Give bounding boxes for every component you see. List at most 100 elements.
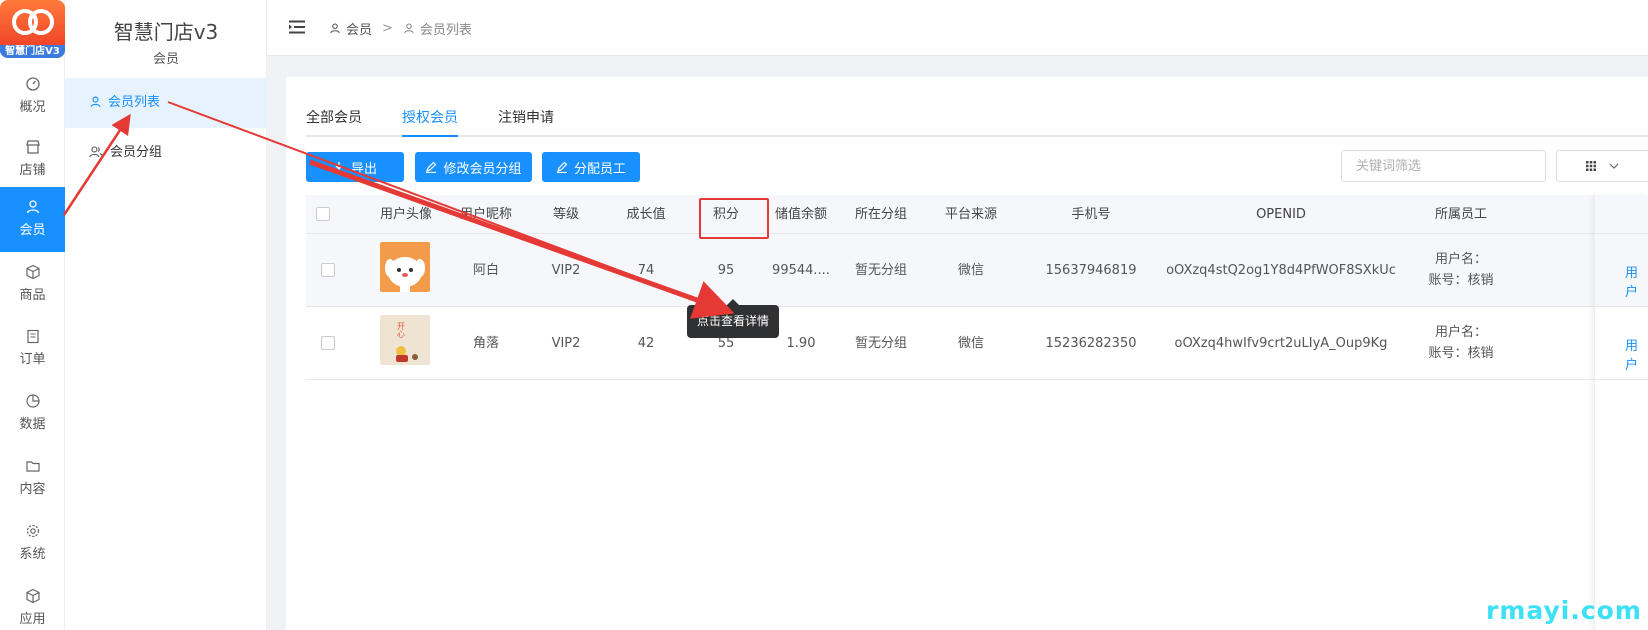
submenu-item-label: 会员列表 [108, 95, 161, 110]
column-header-source: 平台来源 [944, 207, 997, 222]
avatar: 开 心 [380, 315, 430, 365]
row-action-link[interactable]: 用户 [1625, 335, 1648, 373]
cell-openid: oOXzq4stQ2og1Y8d4PfWOF8SXkUc [1166, 263, 1396, 278]
clipboard-icon [26, 329, 39, 344]
cell-phone: 15637946819 [1045, 263, 1137, 278]
column-header-staff: 所属员工 [1434, 207, 1487, 222]
top-header: 会员 > 会员列表 [267, 0, 1648, 56]
row-action-link[interactable]: 用户 [1625, 262, 1648, 300]
store-icon [25, 140, 40, 154]
rail-item-label: 会员 [19, 223, 46, 238]
column-header-balance: 储值余额 [774, 207, 827, 222]
row-checkbox[interactable] [321, 263, 335, 277]
cell-source: 微信 [957, 263, 984, 278]
cell-phone: 15236282350 [1045, 336, 1137, 351]
export-button[interactable]: 导出 [306, 152, 404, 182]
edit-member-group-button[interactable]: 修改会员分组 [415, 152, 532, 182]
column-header-level: 等级 [552, 207, 579, 222]
cell-staff: 用户名： 账号：核销 [1401, 234, 1521, 307]
pie-chart-icon [25, 394, 40, 408]
user-icon [26, 200, 39, 214]
rail-item-apps[interactable]: 应用 [0, 576, 65, 630]
tab-cancellation-requests[interactable]: 注销申请 [498, 107, 554, 137]
breadcrumb-label: 会员 [346, 23, 373, 38]
rail-item-label: 数据 [19, 417, 46, 432]
staff-account: 账号：核销 [1428, 346, 1494, 361]
submenu-title: 智慧门店v3 [113, 20, 219, 44]
rail-item-store[interactable]: 店铺 [0, 127, 65, 192]
menu-fold-icon[interactable] [289, 20, 305, 34]
column-header-growth: 成长值 [626, 207, 666, 222]
secondary-menu: 智慧门店v3 会员 会员列表 会员分组 [65, 0, 267, 630]
staff-account: 账号：核销 [1428, 273, 1494, 288]
column-header-avatar: 用户头像 [379, 207, 432, 222]
rail-item-label: 订单 [19, 352, 46, 367]
chevron-down-icon [1609, 163, 1619, 169]
row-checkbox[interactable] [321, 336, 335, 350]
submenu-item-label: 会员分组 [110, 145, 163, 160]
breadcrumb-label: 会员列表 [419, 23, 472, 38]
avatar [380, 242, 430, 292]
rail-item-label: 内容 [19, 482, 46, 497]
cell-level: VIP2 [551, 336, 581, 351]
rail-item-system[interactable]: 系统 [0, 511, 65, 576]
keyword-filter-input[interactable] [1341, 150, 1546, 182]
cell-group: 暂无分组 [854, 263, 907, 278]
rail-item-product[interactable]: 商品 [0, 252, 65, 317]
member-list-card: 全部会员 授权会员 注销申请 导出 修改会员分组 分配员工 用户头像 用户昵称 … [286, 77, 1648, 630]
edit-icon [556, 161, 568, 173]
rail-item-label: 店铺 [19, 163, 46, 178]
folder-icon [25, 461, 40, 472]
rail-item-overview[interactable]: 概况 [0, 64, 65, 129]
cell-source: 微信 [957, 336, 984, 351]
cell-level: VIP2 [551, 263, 581, 278]
rail-item-label: 应用 [19, 612, 46, 627]
table-row[interactable]: 阿白 VIP2 74 95 99544.... 暂无分组 微信 15637946… [306, 234, 1648, 307]
submenu-item-member-group[interactable]: 会员分组 [65, 128, 267, 178]
app-logo[interactable]: 智慧门店V3 [0, 0, 65, 58]
breadcrumb: 会员 > 会员列表 [329, 19, 472, 38]
submenu-item-member-list[interactable]: 会员列表 [65, 78, 267, 128]
breadcrumb-item-member-list: 会员列表 [403, 19, 472, 38]
tab-all-members[interactable]: 全部会员 [306, 107, 362, 137]
cell-nickname: 角落 [472, 336, 499, 351]
cube-icon [25, 588, 40, 604]
rail-item-data[interactable]: 数据 [0, 381, 65, 446]
rail-item-label: 商品 [19, 288, 46, 303]
column-header-openid: OPENID [1256, 207, 1306, 222]
member-tabs: 全部会员 授权会员 注销申请 [306, 107, 1648, 137]
logo-text: 智慧门店V3 [0, 45, 65, 58]
dog-avatar-icon [380, 242, 430, 292]
edit-member-group-label: 修改会员分组 [443, 161, 522, 177]
icon-rail: 智慧门店V3 概况 店铺 会员 商品 订单 数据 内容 系统 应用 [0, 0, 65, 630]
rail-item-member[interactable]: 会员 [0, 187, 65, 252]
points-tooltip: 点击查看详情 [687, 299, 779, 338]
tab-authorized-members[interactable]: 授权会员 [402, 107, 458, 137]
breadcrumb-item-member[interactable]: 会员 [329, 19, 372, 38]
staff-username: 用户名： [1434, 325, 1487, 340]
rail-item-label: 概况 [19, 100, 46, 115]
grid-icon [1586, 161, 1596, 171]
assign-staff-button[interactable]: 分配员工 [542, 152, 640, 182]
rail-item-content[interactable]: 内容 [0, 446, 65, 511]
cell-group: 暂无分组 [854, 336, 907, 351]
box-icon [25, 264, 40, 280]
cell-staff: 用户名： 账号：核销 [1401, 307, 1521, 380]
breadcrumb-separator: > [382, 21, 393, 36]
rail-item-order[interactable]: 订单 [0, 316, 65, 381]
select-all-checkbox[interactable] [316, 207, 330, 221]
logo-mark-icon [12, 9, 54, 35]
user-icon [90, 96, 101, 108]
dashboard-icon [25, 77, 40, 91]
points-column-highlight [699, 198, 769, 239]
cell-balance: 99544.... [772, 263, 830, 278]
users-icon [89, 146, 104, 158]
watermark: rmayi.com [1486, 596, 1642, 625]
column-settings-dropdown[interactable] [1556, 150, 1648, 182]
cell-points[interactable]: 95 [686, 234, 766, 307]
rail-item-label: 系统 [19, 547, 46, 562]
cell-growth: 42 [637, 336, 655, 351]
table-row[interactable]: 开 心 角落 VIP2 42 55 1.90 暂无分组 微信 152362823… [306, 307, 1648, 380]
table-header: 用户头像 用户昵称 等级 成长值 积分 储值余额 所在分组 平台来源 手机号 O… [306, 195, 1648, 234]
download-icon [333, 162, 344, 173]
